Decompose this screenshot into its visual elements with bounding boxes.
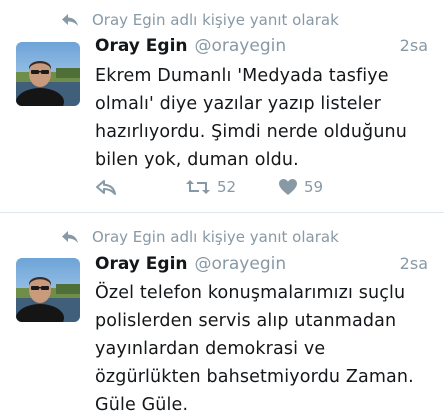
display-name[interactable]: Oray Egin xyxy=(95,254,188,274)
heart-icon xyxy=(279,179,297,195)
like-button[interactable]: 59 xyxy=(278,178,323,196)
tweet-header: Oray Egin @orayegin 2sa xyxy=(95,36,428,60)
tweet[interactable]: Oray Egin adlı kişiye yanıt olarak Oray … xyxy=(0,213,444,415)
display-name[interactable]: Oray Egin xyxy=(95,36,188,56)
reply-arrow-icon xyxy=(60,229,80,245)
like-count: 59 xyxy=(304,178,324,196)
timestamp[interactable]: 2sa xyxy=(400,36,428,55)
timestamp[interactable]: 2sa xyxy=(400,254,428,273)
reply-context-label: Oray Egin adlı kişiye yanıt olarak xyxy=(92,228,339,246)
retweet-button[interactable]: 52 xyxy=(185,178,278,196)
reply-context-label: Oray Egin adlı kişiye yanıt olarak xyxy=(92,11,339,29)
tweet-header: Oray Egin @orayegin 2sa xyxy=(95,254,428,278)
reply-context[interactable]: Oray Egin adlı kişiye yanıt olarak xyxy=(60,8,339,32)
user-handle[interactable]: @orayegin xyxy=(195,36,287,56)
retweet-count: 52 xyxy=(217,178,237,196)
tweet-text: Özel telefon konuşmalarımızı suçlu polis… xyxy=(95,283,414,415)
user-handle[interactable]: @orayegin xyxy=(195,254,287,274)
reply-context[interactable]: Oray Egin adlı kişiye yanıt olarak xyxy=(60,225,339,249)
tweet[interactable]: Oray Egin adlı kişiye yanıt olarak Oray … xyxy=(0,0,444,213)
avatar[interactable] xyxy=(16,42,80,106)
retweet-icon xyxy=(186,180,210,194)
avatar[interactable] xyxy=(16,258,80,322)
reply-arrow-icon xyxy=(60,12,80,28)
reply-button[interactable] xyxy=(95,178,185,196)
tweet-text: Ekrem Dumanlı 'Medyada tasfiye olmalı' d… xyxy=(95,66,408,170)
tweet-actions: 52 59 xyxy=(95,175,323,199)
reply-icon xyxy=(96,180,116,195)
